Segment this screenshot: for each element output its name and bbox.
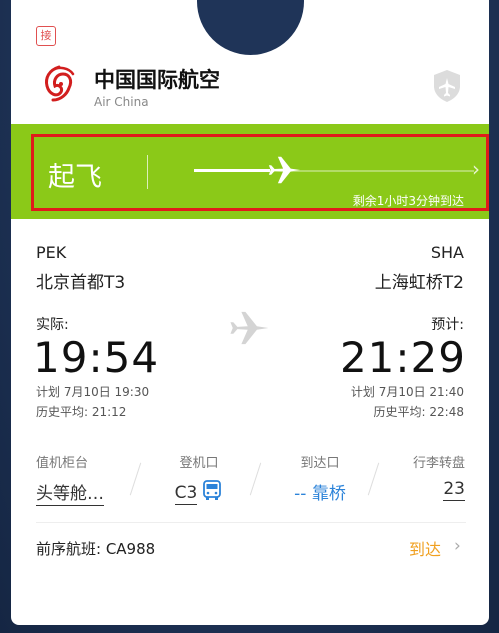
- baggage-carousel[interactable]: 行李转盘 23: [407, 452, 465, 512]
- arrival-time: 21:29: [339, 333, 466, 382]
- flight-card: 接 中国国际航空 Air China 起飞 › 剩余1小时3分钟到达 PEK S…: [11, 0, 489, 625]
- arrival-gate-value[interactable]: 靠桥: [312, 484, 346, 504]
- airline-name-en: Air China: [94, 95, 149, 109]
- arrival-gate[interactable]: 到达口 -- 靠桥: [283, 452, 357, 512]
- bus-icon[interactable]: [201, 479, 223, 501]
- checkin-label: 值机柜台: [36, 456, 89, 471]
- baggage-label: 行李转盘: [412, 456, 465, 471]
- status-highlight-box[interactable]: 起飞 › 剩余1小时3分钟到达: [31, 134, 489, 211]
- arrival-code: SHA: [430, 243, 464, 262]
- arrival-time-label: 预计:: [431, 317, 464, 333]
- flight-status-band[interactable]: 起飞 › 剩余1小时3分钟到达: [11, 124, 489, 219]
- chevron-right-icon[interactable]: ›: [472, 157, 480, 181]
- departure-planned: 计划 7月10日 19:30: [36, 385, 150, 399]
- airline-name: 中国国际航空: [94, 68, 220, 92]
- pickup-badge[interactable]: 接: [36, 26, 56, 46]
- departure-terminal: 北京首都T3: [36, 273, 126, 293]
- departure-time: 19:54: [33, 333, 160, 382]
- status-divider: [147, 155, 148, 189]
- flight-info-row: 值机柜台 头等舱… 登机口 C3 到达口 -- 靠桥 行李转盘 23: [11, 452, 489, 512]
- arrival-history: 历史平均: 22:48: [373, 405, 464, 419]
- shield-plane-icon[interactable]: [431, 68, 463, 104]
- boarding-gate[interactable]: 登机口 C3: [169, 452, 229, 512]
- departure-time-label: 实际:: [36, 317, 69, 333]
- chevron-right-icon[interactable]: ›: [454, 536, 461, 556]
- departure-history: 历史平均: 21:12: [36, 405, 127, 419]
- plane-icon: [268, 156, 301, 184]
- plane-icon: [230, 311, 269, 345]
- air-china-logo-icon: [45, 65, 75, 102]
- gate-value[interactable]: C3: [174, 483, 198, 505]
- previous-flight-label: 前序航班: CA988: [36, 540, 156, 558]
- baggage-value[interactable]: 23: [443, 479, 465, 501]
- departure-code: PEK: [36, 243, 67, 262]
- arrival-terminal: 上海虹桥T2: [374, 273, 464, 293]
- progress-fill: [194, 169, 270, 172]
- arrival-planned: 计划 7月10日 21:40: [350, 385, 464, 399]
- gate-label: 登机口: [179, 456, 219, 471]
- checkin-counter[interactable]: 值机柜台 头等舱…: [36, 452, 104, 512]
- card-notch: [197, 0, 304, 55]
- column-divider: [249, 462, 262, 496]
- status-label: 起飞: [48, 162, 102, 193]
- column-divider: [129, 462, 142, 496]
- arrival-gate-label: 到达口: [300, 456, 340, 471]
- remaining-time: 剩余1小时3分钟到达: [352, 194, 464, 208]
- checkin-value[interactable]: 头等舱…: [36, 484, 104, 506]
- previous-flight-status[interactable]: 到达: [409, 536, 441, 560]
- section-divider: [36, 522, 466, 523]
- arrival-gate-prefix: --: [294, 484, 307, 504]
- column-divider: [367, 462, 380, 496]
